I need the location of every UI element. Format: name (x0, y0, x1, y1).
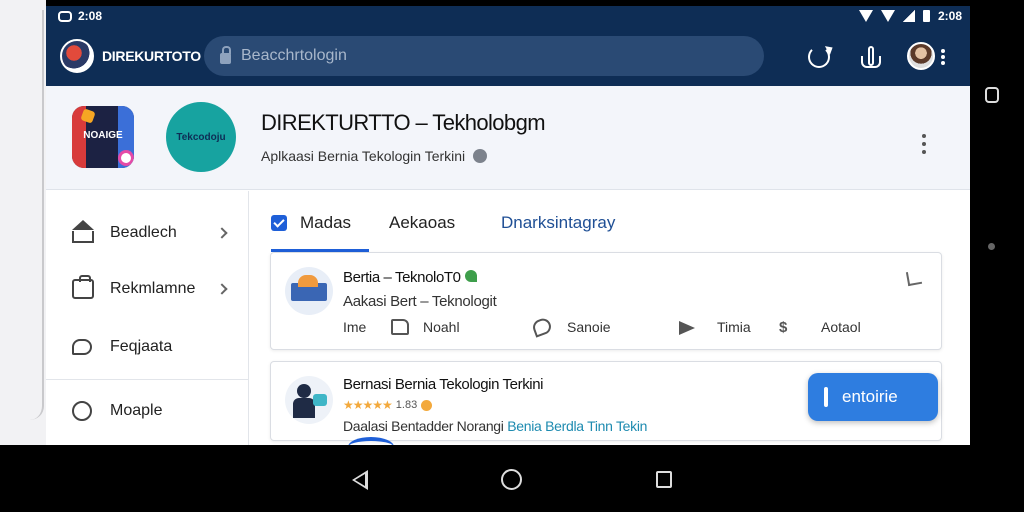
page-title: DIREKTURTTO – Tekholobgm (261, 110, 546, 135)
sidebar-item-more[interactable]: Moaple (46, 383, 249, 439)
sidebar-item-label: Beadlech (110, 224, 177, 241)
signal-icon (880, 10, 895, 22)
card-title-text: Bertia – TeknoloT0 (343, 269, 461, 286)
system-nav-bar (0, 445, 1024, 512)
chat-icon (72, 339, 92, 355)
message-icon (58, 10, 72, 22)
card-description-text: Daalasi Bentadder Norangi (343, 418, 504, 434)
lock-icon (220, 45, 231, 64)
card-thumbnail (285, 267, 333, 315)
battery-icon (922, 10, 930, 22)
card-title: Bernasi Bernia Tekologin Terkini (343, 376, 544, 393)
app-icon[interactable]: NOAIGE (72, 106, 134, 168)
leaf-icon (464, 270, 477, 282)
sidebar-item-shop[interactable]: Rekmlamne (46, 261, 249, 317)
app-icon-text: NOAIGE (83, 130, 123, 141)
action-timia[interactable]: Timia (717, 319, 751, 335)
action-noahl[interactable]: Noahl (423, 319, 460, 335)
chevron-right-icon (216, 283, 228, 295)
tab-dnarksintagray[interactable]: Dnarksintagray (501, 213, 615, 233)
action-sanoie[interactable]: Sanoie (567, 319, 611, 335)
search-bar[interactable] (204, 36, 764, 76)
sidebar-divider (46, 379, 249, 380)
send-icon[interactable] (679, 321, 695, 335)
comment-icon[interactable] (530, 316, 554, 338)
news-card[interactable]: Bertia – TeknoloT0 Aakasi Bert – Teknolo… (270, 252, 942, 350)
rating-value: 1.83 (395, 399, 418, 411)
device-right-rail (970, 0, 1024, 512)
action-ime[interactable]: Ime (343, 319, 366, 335)
home-icon (72, 220, 94, 243)
avatar[interactable] (907, 42, 935, 70)
channel-logo-text: Tekcodoju (176, 131, 226, 143)
more-icon[interactable] (941, 49, 945, 65)
like-icon[interactable] (391, 319, 409, 335)
device-left-bezel (0, 0, 46, 445)
touch-base (861, 56, 881, 68)
app-screen: 2:08 2:08 DIREKURTOTO NOAIGE Tekcodoj (46, 6, 970, 445)
card-link[interactable]: Benia Berdla Tinn Tekin (507, 418, 647, 434)
pin-icon[interactable] (905, 269, 923, 287)
fab-button[interactable]: entoirie (808, 373, 938, 421)
tab-madas[interactable]: Madas (300, 213, 351, 233)
device-edge (30, 10, 44, 420)
status-time-right: 2:08 (937, 9, 962, 23)
touch-icon[interactable] (859, 46, 883, 70)
fab-bar-icon (824, 387, 828, 407)
sidebar-item-chat[interactable]: Feqjaata (46, 319, 249, 375)
card-description: Daalasi Bentadder Norangi Benia Berdla T… (343, 418, 647, 434)
card-title: Bertia – TeknoloT0 (343, 269, 477, 286)
dollar-icon[interactable]: $ (779, 319, 789, 336)
recents-icon[interactable] (656, 471, 672, 488)
dots-icon (72, 401, 92, 421)
check-icon (271, 215, 287, 231)
cell-bars-icon (902, 10, 915, 22)
header-more-icon[interactable] (922, 134, 926, 158)
page-subtitle: Aplkaasi Bernia Tekologin Terkini (261, 148, 488, 164)
status-bar-left: 2:08 (58, 9, 102, 23)
card-rating: ★★★★★ 1.83 (343, 398, 433, 412)
badge-icon (421, 399, 433, 411)
app-header: NOAIGE Tekcodoju DIREKTURTTO – Tekholobg… (46, 86, 970, 190)
subtitle-text: Aplkaasi Bernia Tekologin Terkini (261, 148, 466, 164)
action-aotaol[interactable]: Aotaol (821, 319, 861, 335)
sidebar-item-label: Moaple (110, 402, 163, 419)
sidebar: Beadlech Rekmlamne Feqjaata Moaple (46, 191, 249, 445)
overview-square-icon[interactable] (985, 87, 999, 103)
fab-label: entoirie (842, 387, 898, 406)
globe-icon (473, 149, 488, 163)
chevron-right-icon (216, 227, 228, 239)
star-rating-icon: ★★★★★ (343, 398, 393, 412)
sensor-dot (988, 243, 995, 250)
sidebar-item-label: Feqjaata (110, 338, 173, 355)
tab-bar: Madas Aekaoas Dnarksintagray (249, 191, 970, 253)
brand-logo (60, 39, 94, 73)
bag-icon (72, 275, 94, 299)
sidebar-item-label: Rekmlamne (110, 280, 196, 297)
back-icon[interactable] (350, 470, 368, 490)
status-time-left: 2:08 (78, 9, 103, 23)
brand[interactable]: DIREKURTOTO (60, 39, 201, 73)
channel-logo[interactable]: Tekcodoju (166, 102, 236, 172)
tab-aekaoas[interactable]: Aekaoas (389, 213, 455, 233)
home-button-icon[interactable] (501, 469, 522, 490)
app-bar: 2:08 2:08 DIREKURTOTO (46, 6, 970, 86)
sidebar-item-home[interactable]: Beadlech (46, 205, 249, 261)
card-thumbnail (285, 376, 333, 424)
refresh-icon[interactable] (808, 46, 830, 68)
wifi-icon (858, 10, 873, 22)
card-subtitle: Aakasi Bert – Teknologit (343, 293, 497, 310)
brand-name: DIREKURTOTO (102, 48, 201, 64)
status-bar-right: 2:08 (858, 9, 962, 23)
search-input[interactable] (241, 47, 721, 65)
instagram-icon (118, 150, 134, 166)
card-actions: Ime Noahl Sanoie Timia $ Aotaol (343, 316, 933, 339)
